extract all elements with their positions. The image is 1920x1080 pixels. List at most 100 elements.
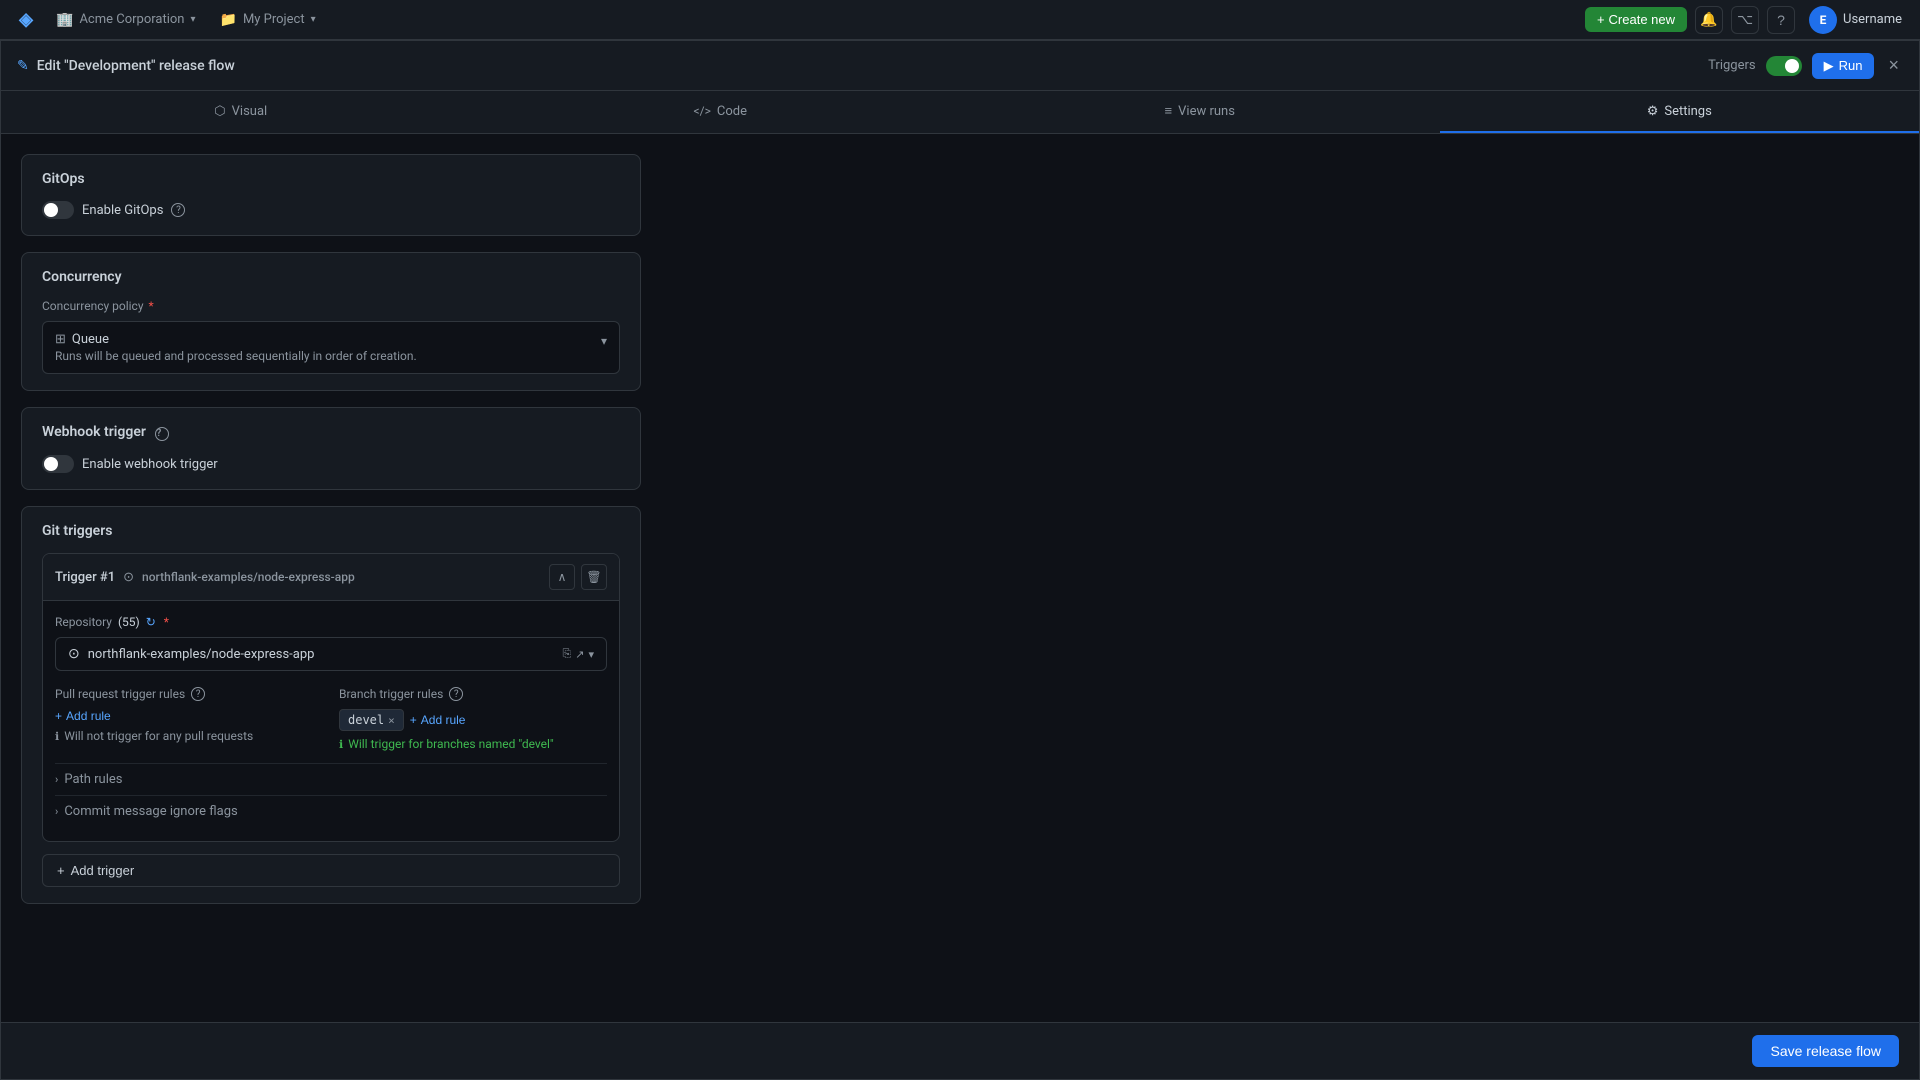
- gitops-toggle-row: Enable GitOps ?: [42, 201, 620, 219]
- delete-trigger-button[interactable]: 🗑: [581, 564, 607, 590]
- help-button[interactable]: ?: [1767, 6, 1795, 34]
- repo-select[interactable]: ⊙ northflank-examples/node-express-app ⎘…: [55, 637, 607, 671]
- tab-visual-label: Visual: [232, 104, 268, 119]
- pull-request-label-text: Pull request trigger rules: [55, 687, 185, 701]
- trigger-item: Trigger #1 ⊙ northflank-examples/node-ex…: [42, 553, 620, 842]
- org-chevron-icon: ▾: [190, 14, 195, 25]
- select-chevron-icon: ▾: [601, 334, 607, 348]
- add-pull-rule-button[interactable]: + Add rule: [55, 709, 111, 723]
- triggers-toggle[interactable]: [1766, 56, 1802, 76]
- branch-tags: devel × + Add rule: [339, 709, 607, 731]
- modal: ✎ Edit "Development" release flow Trigge…: [0, 40, 1920, 1080]
- branch-tag-devel: devel ×: [339, 709, 404, 731]
- refresh-icon[interactable]: ↻: [146, 615, 156, 629]
- add-branch-rule-button[interactable]: + Add rule: [410, 713, 466, 727]
- external-link-icon[interactable]: ↗: [575, 648, 584, 661]
- project-icon: 📁: [220, 12, 237, 28]
- delete-icon: 🗑: [586, 570, 601, 584]
- logo: ◈: [12, 6, 40, 34]
- add-trigger-button[interactable]: + Add trigger: [42, 854, 620, 887]
- gitops-toggle-label: Enable GitOps: [82, 203, 163, 218]
- tab-settings[interactable]: ⚙ Settings: [1440, 91, 1920, 133]
- collapse-icon: ∧: [558, 570, 567, 584]
- branch-trigger-text: Will trigger for branches named "devel": [348, 737, 554, 751]
- path-rules-chevron-icon: ›: [55, 773, 58, 786]
- org-name: Acme Corporation: [79, 12, 184, 27]
- modal-overlay: ✎ Edit "Development" release flow Trigge…: [0, 40, 1920, 1080]
- tab-settings-label: Settings: [1664, 104, 1711, 119]
- tab-visual[interactable]: ⬡ Visual: [1, 91, 481, 133]
- org-icon: 🏢: [56, 12, 73, 28]
- run-label: Run: [1839, 58, 1863, 73]
- webhook-toggle[interactable]: [42, 455, 74, 473]
- commit-ignore-row[interactable]: › Commit message ignore flags: [55, 795, 607, 827]
- no-pull-trigger-info: ℹ Will not trigger for any pull requests: [55, 729, 323, 743]
- branch-help-icon[interactable]: ?: [449, 687, 463, 701]
- webhook-toggle-label: Enable webhook trigger: [82, 457, 218, 472]
- gitops-title: GitOps: [42, 171, 620, 187]
- git-triggers-title: Git triggers: [42, 523, 620, 539]
- path-rules-label: Path rules: [64, 772, 122, 787]
- gitops-toggle[interactable]: [42, 201, 74, 219]
- nav-right: + Create new 🔔 ⌥ ? E Username: [1585, 2, 1908, 38]
- webhook-title: Webhook trigger ?: [42, 424, 620, 441]
- add-branch-rule-label: Add rule: [421, 713, 466, 727]
- merge-icon: ⌥: [1737, 11, 1753, 28]
- add-trigger-plus-icon: +: [57, 863, 65, 878]
- plus-icon: +: [1597, 12, 1605, 27]
- tab-view-runs[interactable]: ≡ View runs: [960, 91, 1440, 133]
- info-icon-branch: ℹ: [339, 738, 343, 751]
- create-new-button[interactable]: + Create new: [1585, 7, 1687, 32]
- branch-label-text: Branch trigger rules: [339, 687, 443, 701]
- project-chevron-icon: ▾: [311, 14, 316, 25]
- view-runs-icon: ≡: [1165, 103, 1173, 119]
- project-name: My Project: [243, 12, 305, 27]
- project-nav-item[interactable]: 📁 My Project ▾: [212, 8, 324, 32]
- modal-title-text: Edit "Development" release flow: [37, 58, 235, 74]
- concurrency-section: Concurrency Concurrency policy * ⊞ Queue…: [21, 252, 641, 391]
- queue-icon: ⊞: [55, 332, 66, 347]
- visual-icon: ⬡: [214, 104, 225, 119]
- branch-trigger-info: ℹ Will trigger for branches named "devel…: [339, 737, 607, 751]
- gitops-help-icon[interactable]: ?: [171, 203, 185, 217]
- webhook-help-icon[interactable]: ?: [155, 427, 169, 441]
- branch-tag-remove-button[interactable]: ×: [388, 715, 395, 726]
- run-button[interactable]: ▶ Run: [1812, 53, 1875, 79]
- modal-tabs: ⬡ Visual </> Code ≡ View runs ⚙ Settings: [1, 91, 1919, 134]
- concurrency-policy-select[interactable]: ⊞ Queue Runs will be queued and processe…: [42, 321, 620, 374]
- run-icon: ▶: [1824, 58, 1834, 74]
- policy-label-text: Concurrency policy: [42, 299, 144, 313]
- pull-request-help-icon[interactable]: ?: [191, 687, 205, 701]
- collapse-trigger-button[interactable]: ∧: [549, 564, 575, 590]
- path-rules-row[interactable]: › Path rules: [55, 763, 607, 795]
- branch-tag-label: devel: [348, 713, 384, 727]
- modal-header: ✎ Edit "Development" release flow Trigge…: [1, 41, 1919, 91]
- git-triggers-section: Git triggers Trigger #1 ⊙ northflank-exa…: [21, 506, 641, 904]
- trigger-actions: ∧ 🗑: [549, 564, 607, 590]
- repo-github-icon: ⊙: [68, 646, 80, 662]
- modal-footer: Save release flow: [1, 1022, 1919, 1079]
- github-icon: ⊙: [123, 570, 134, 585]
- modal-body[interactable]: GitOps Enable GitOps ? Concurrency Concu…: [1, 134, 1919, 1022]
- repo-select-name: northflank-examples/node-express-app: [88, 647, 315, 662]
- pull-request-rules-label: Pull request trigger rules ?: [55, 687, 323, 701]
- repo-required: *: [164, 615, 169, 629]
- commit-ignore-label: Commit message ignore flags: [64, 804, 237, 819]
- copy-icon[interactable]: ⎘: [562, 647, 571, 661]
- close-button[interactable]: ×: [1884, 51, 1903, 80]
- gitops-section: GitOps Enable GitOps ?: [21, 154, 641, 236]
- queue-desc: Runs will be queued and processed sequen…: [55, 349, 601, 363]
- modal-title: ✎ Edit "Development" release flow: [17, 58, 235, 74]
- tab-code[interactable]: </> Code: [481, 91, 961, 133]
- user-menu[interactable]: E Username: [1803, 2, 1908, 38]
- help-icon: ?: [1777, 12, 1785, 28]
- merge-button[interactable]: ⌥: [1731, 6, 1759, 34]
- notifications-button[interactable]: 🔔: [1695, 6, 1723, 34]
- trigger-label: Trigger #1: [55, 570, 115, 585]
- trigger-body: Repository (55) ↻ * ⊙ northflank-example…: [43, 601, 619, 841]
- add-pull-rule-plus-icon: +: [55, 709, 62, 723]
- org-nav-item[interactable]: 🏢 Acme Corporation ▾: [48, 8, 204, 32]
- username-label: Username: [1843, 12, 1902, 27]
- save-release-flow-button[interactable]: Save release flow: [1752, 1035, 1899, 1067]
- repo-count: (55): [118, 615, 140, 629]
